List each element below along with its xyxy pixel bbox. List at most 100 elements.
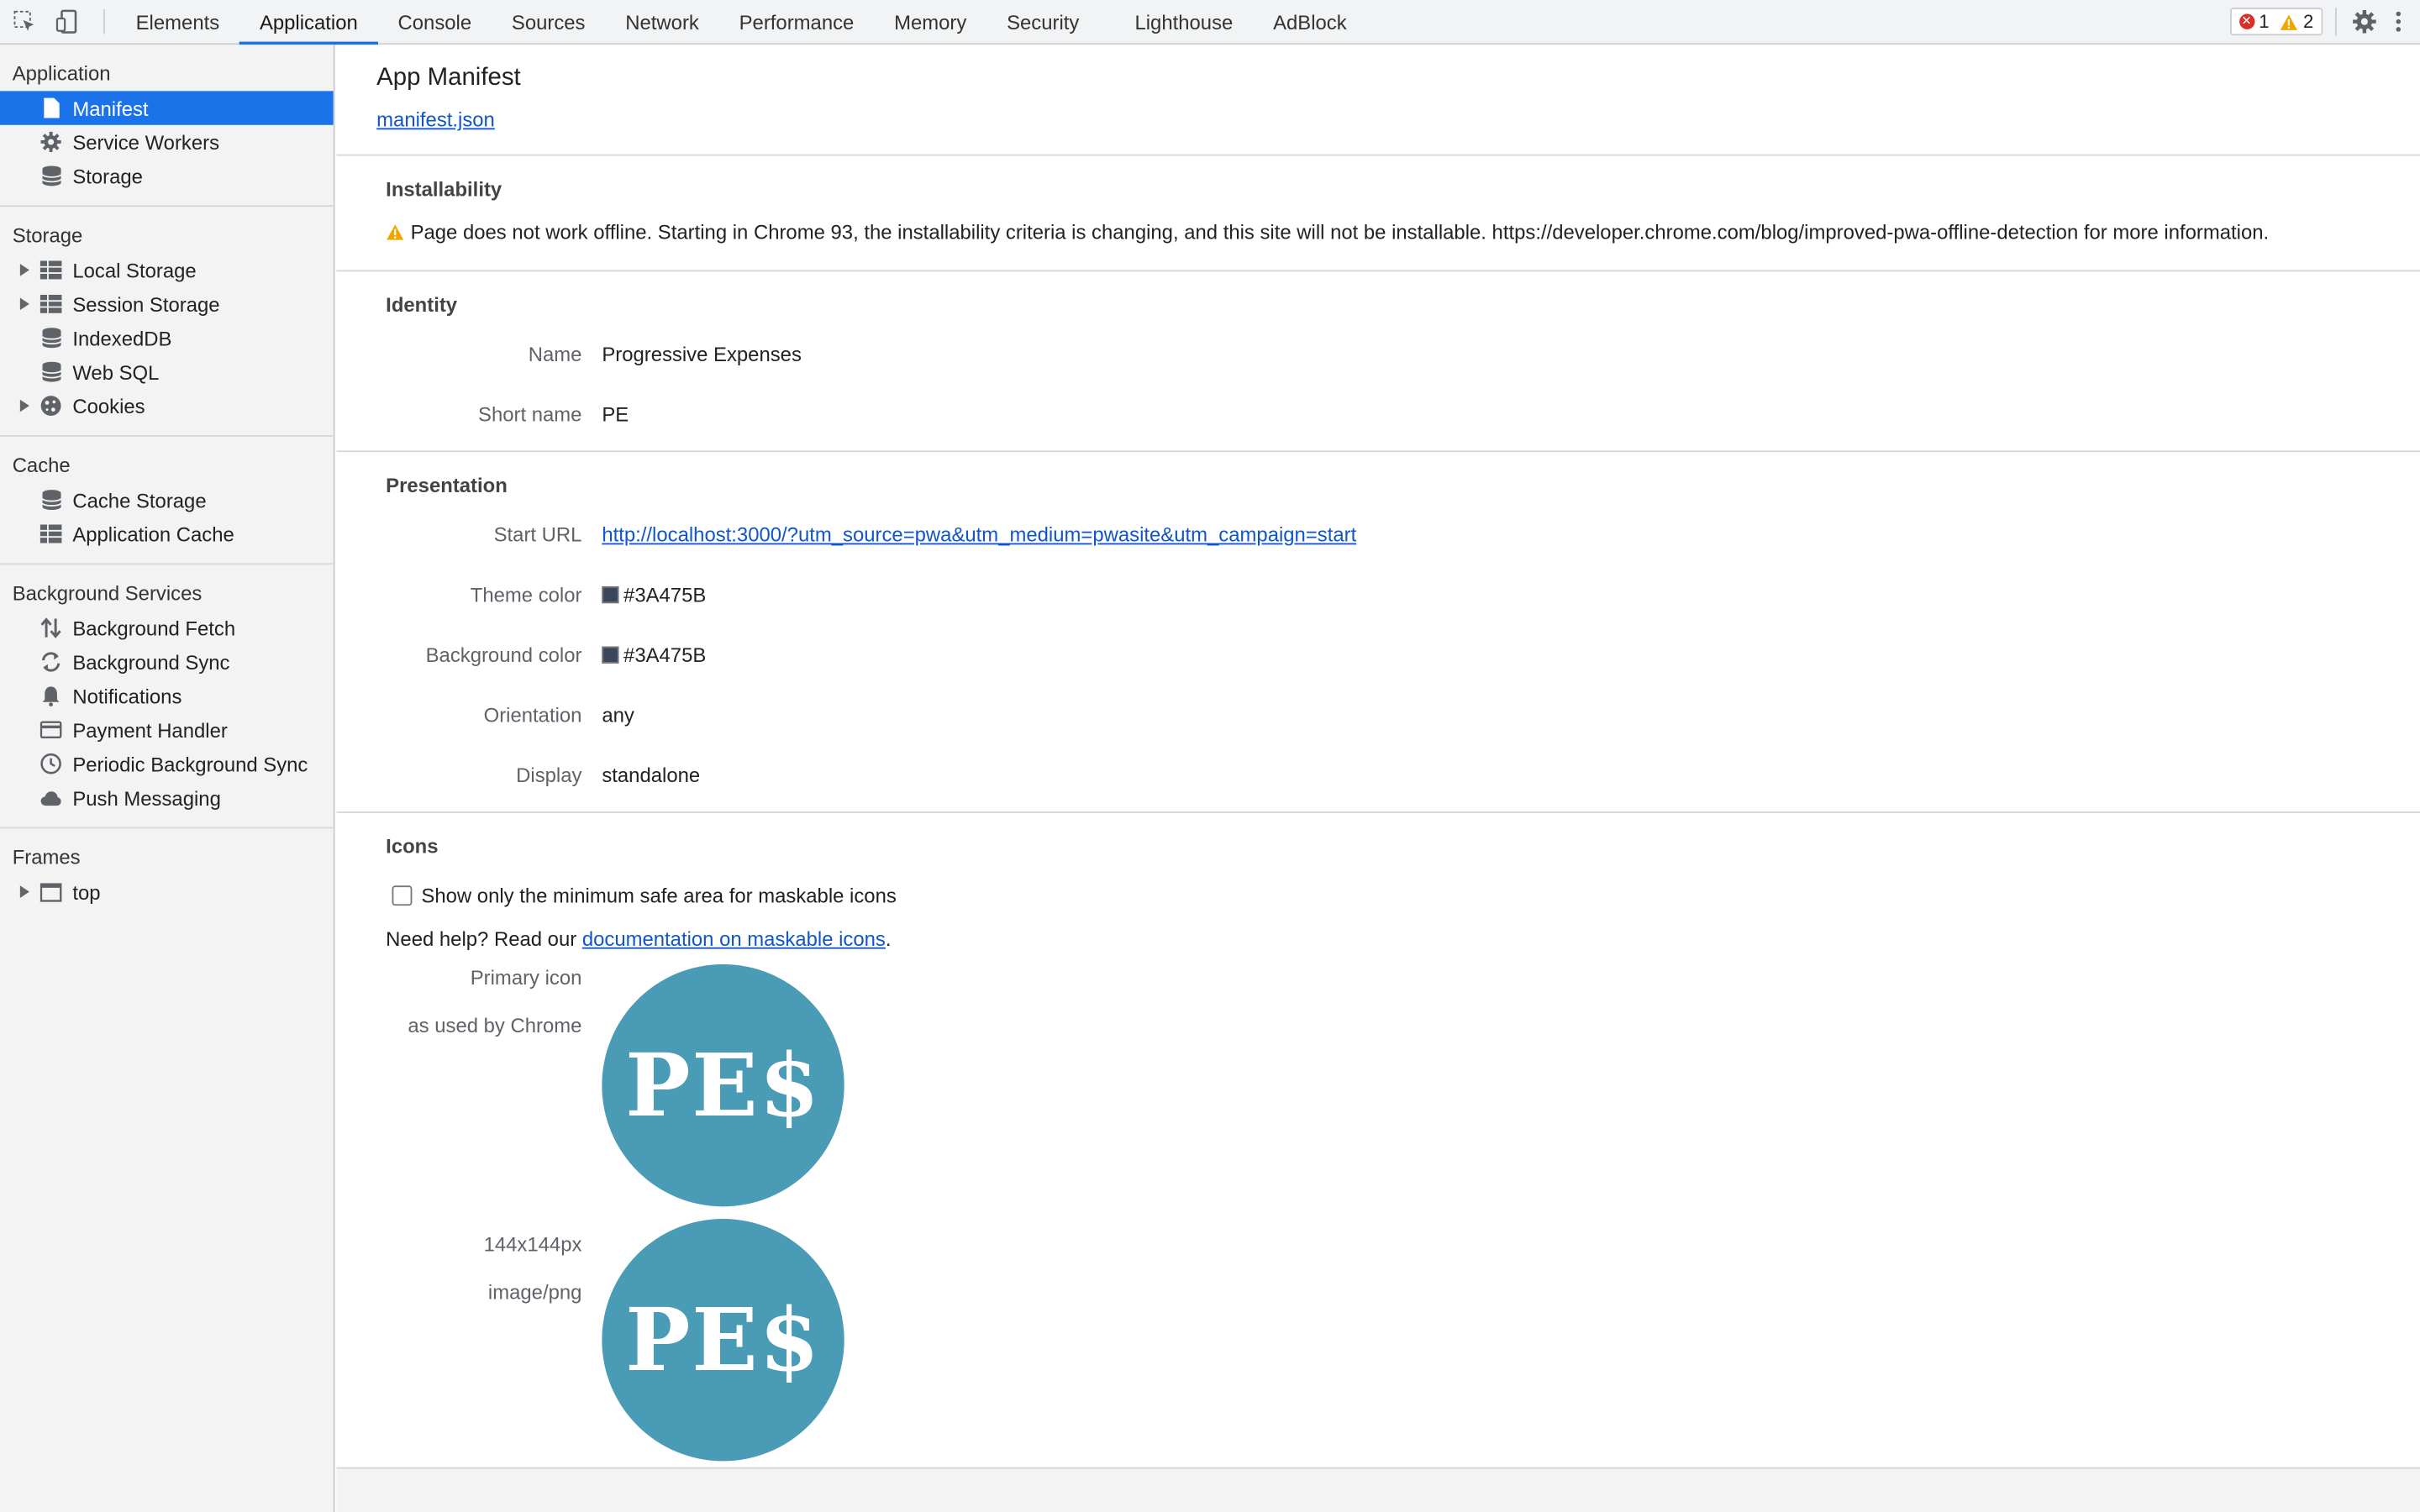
sync-icon [40, 651, 62, 673]
inspect-icon[interactable] [13, 9, 37, 34]
tab-sources[interactable]: Sources [492, 0, 605, 43]
page-title: App Manifest [376, 65, 521, 92]
sidebar-item-background-sync[interactable]: Background Sync [0, 645, 334, 679]
devtools-window: Elements Application Console Sources Network… [0, 0, 2420, 1512]
database-icon [40, 165, 62, 187]
sidebar-item-label: Push Messaging [72, 785, 221, 810]
report-header: App Manifest manifest.json [336, 45, 2420, 156]
toolbar-right: ✕ 1 2 [2229, 0, 2420, 43]
bottom-drawer-strip [336, 1467, 2420, 1512]
field-label: Short name [478, 402, 582, 426]
tab-elements[interactable]: Elements [116, 0, 239, 43]
expand-arrow-icon[interactable] [19, 885, 29, 898]
name-field: Name Progressive Expenses [386, 324, 2370, 385]
sidebar-item-cache-storage[interactable]: Cache Storage [0, 483, 334, 517]
field-label: Start URL [493, 522, 582, 547]
theme-color-swatch [602, 585, 619, 604]
field-label: Display [516, 764, 582, 787]
checkbox-label: Show only the minimum safe area for mask… [421, 883, 897, 907]
tab-performance[interactable]: Performance [719, 0, 874, 43]
sidebar-item-label: Periodic Background Sync [72, 752, 308, 775]
icon-labels: Primary icon as used by Chrome [386, 964, 602, 1206]
background-color-field: Background color #3A475B [386, 625, 2370, 685]
sidebar-item-push-messaging[interactable]: Push Messaging [0, 780, 334, 814]
icon-type-label: image/png [487, 1280, 582, 1305]
orientation-field: Orientation any [386, 685, 2370, 746]
clock-icon [40, 753, 62, 774]
frame-icon [39, 881, 62, 903]
display-field: Display standalone [386, 745, 2370, 806]
manifest-panel: App Manifest manifest.json Installabilit… [336, 45, 2420, 1467]
cookie-icon [40, 395, 62, 417]
sidebar-group-cache: Cache Cache Storage Application Cache [0, 437, 334, 565]
toolbar-left-icons [0, 9, 105, 34]
icon-size-label: 144x144px [483, 1232, 582, 1257]
document-icon [40, 97, 62, 119]
field-value: Progressive Expenses [602, 342, 802, 366]
up-down-arrows-icon [40, 617, 62, 639]
help-prefix: Need help? Read our [386, 927, 582, 951]
identity-section: Identity Name Progressive Expenses Short… [336, 271, 2420, 453]
sidebar-group-storage: Storage Local Storage Session Storage Index… [0, 207, 334, 437]
sidebar-item-storage[interactable]: Storage [0, 159, 334, 192]
panel-tabs: Elements Application Console Sources Network… [105, 0, 1367, 45]
sidebar-item-periodic-background-sync[interactable]: Periodic Background Sync [0, 747, 334, 780]
maskable-checkbox[interactable] [392, 885, 413, 906]
field-label: Orientation [483, 703, 582, 727]
grid-icon [39, 523, 62, 545]
tab-memory[interactable]: Memory [874, 0, 986, 43]
field-value: #3A475B [623, 583, 707, 606]
sidebar-item-local-storage[interactable]: Local Storage [0, 253, 334, 286]
devtools-toolbar: Elements Application Console Sources Network… [0, 0, 2420, 45]
icon-text: PE$ [625, 1289, 821, 1391]
more-options-icon[interactable] [2396, 11, 2402, 33]
database-icon [40, 489, 62, 511]
primary-icon-label: Primary icon [470, 965, 582, 990]
short-name-field: Short name PE [386, 384, 2370, 444]
sidebar-item-label: Service Workers [72, 130, 220, 154]
expand-arrow-icon[interactable] [19, 399, 29, 412]
tab-network[interactable]: Network [605, 0, 718, 43]
sidebar-item-label: Notifications [72, 684, 182, 708]
start-url-link[interactable]: http://localhost:3000/?utm_source=pwa&ut… [602, 523, 1356, 547]
sidebar-item-payment-handler[interactable]: Payment Handler [0, 713, 334, 747]
tab-application[interactable]: Application [239, 0, 378, 45]
sidebar-item-web-sql[interactable]: Web SQL [0, 354, 334, 388]
expand-arrow-icon[interactable] [19, 297, 29, 311]
issues-counter[interactable]: ✕ 1 2 [2229, 8, 2323, 36]
tab-security[interactable]: Security [986, 0, 1099, 43]
sidebar-group-title: Frames [12, 845, 81, 869]
settings-gear-icon[interactable] [2352, 9, 2376, 34]
tab-lighthouse[interactable]: Lighthouse [1115, 0, 1254, 43]
manifest-link[interactable]: manifest.json [376, 108, 495, 132]
sidebar-item-background-fetch[interactable]: Background Fetch [0, 611, 334, 644]
sidebar-item-label: Background Sync [72, 650, 230, 674]
sidebar-item-session-storage[interactable]: Session Storage [0, 287, 334, 321]
device-toggle-icon[interactable] [55, 9, 80, 34]
sidebar-item-label: Payment Handler [72, 718, 228, 742]
sidebar-item-label: Session Storage [72, 292, 220, 316]
sidebar-item-top[interactable]: top [0, 874, 334, 908]
error-count: 1 [2259, 10, 2270, 33]
sidebar-group-title: Storage [12, 223, 83, 247]
maskable-docs-link[interactable]: documentation on maskable icons [582, 927, 886, 951]
warning-text: Page does not work offline. Starting in … [410, 219, 2270, 244]
sidebar-item-cookies[interactable]: Cookies [0, 389, 334, 423]
expand-arrow-icon[interactable] [19, 264, 29, 276]
sidebar-item-service-workers[interactable]: Service Workers [0, 125, 334, 159]
sidebar-group-title: Application [12, 61, 111, 86]
field-label: Name [528, 342, 582, 366]
sidebar-item-label: Web SQL [72, 360, 160, 384]
field-value: standalone [602, 764, 701, 787]
sidebar-item-application-cache[interactable]: Application Cache [0, 517, 334, 550]
section-title: Presentation [386, 473, 508, 497]
warning-icon [2280, 13, 2298, 30]
grid-icon [39, 260, 62, 281]
tab-adblock[interactable]: AdBlock [1253, 0, 1366, 43]
sidebar-item-label: IndexedDB [72, 326, 172, 350]
gear-icon [40, 131, 62, 153]
tab-console[interactable]: Console [378, 0, 492, 43]
sidebar-item-indexeddb[interactable]: IndexedDB [0, 321, 334, 354]
sidebar-item-manifest[interactable]: Manifest [0, 91, 334, 125]
sidebar-item-notifications[interactable]: Notifications [0, 679, 334, 712]
